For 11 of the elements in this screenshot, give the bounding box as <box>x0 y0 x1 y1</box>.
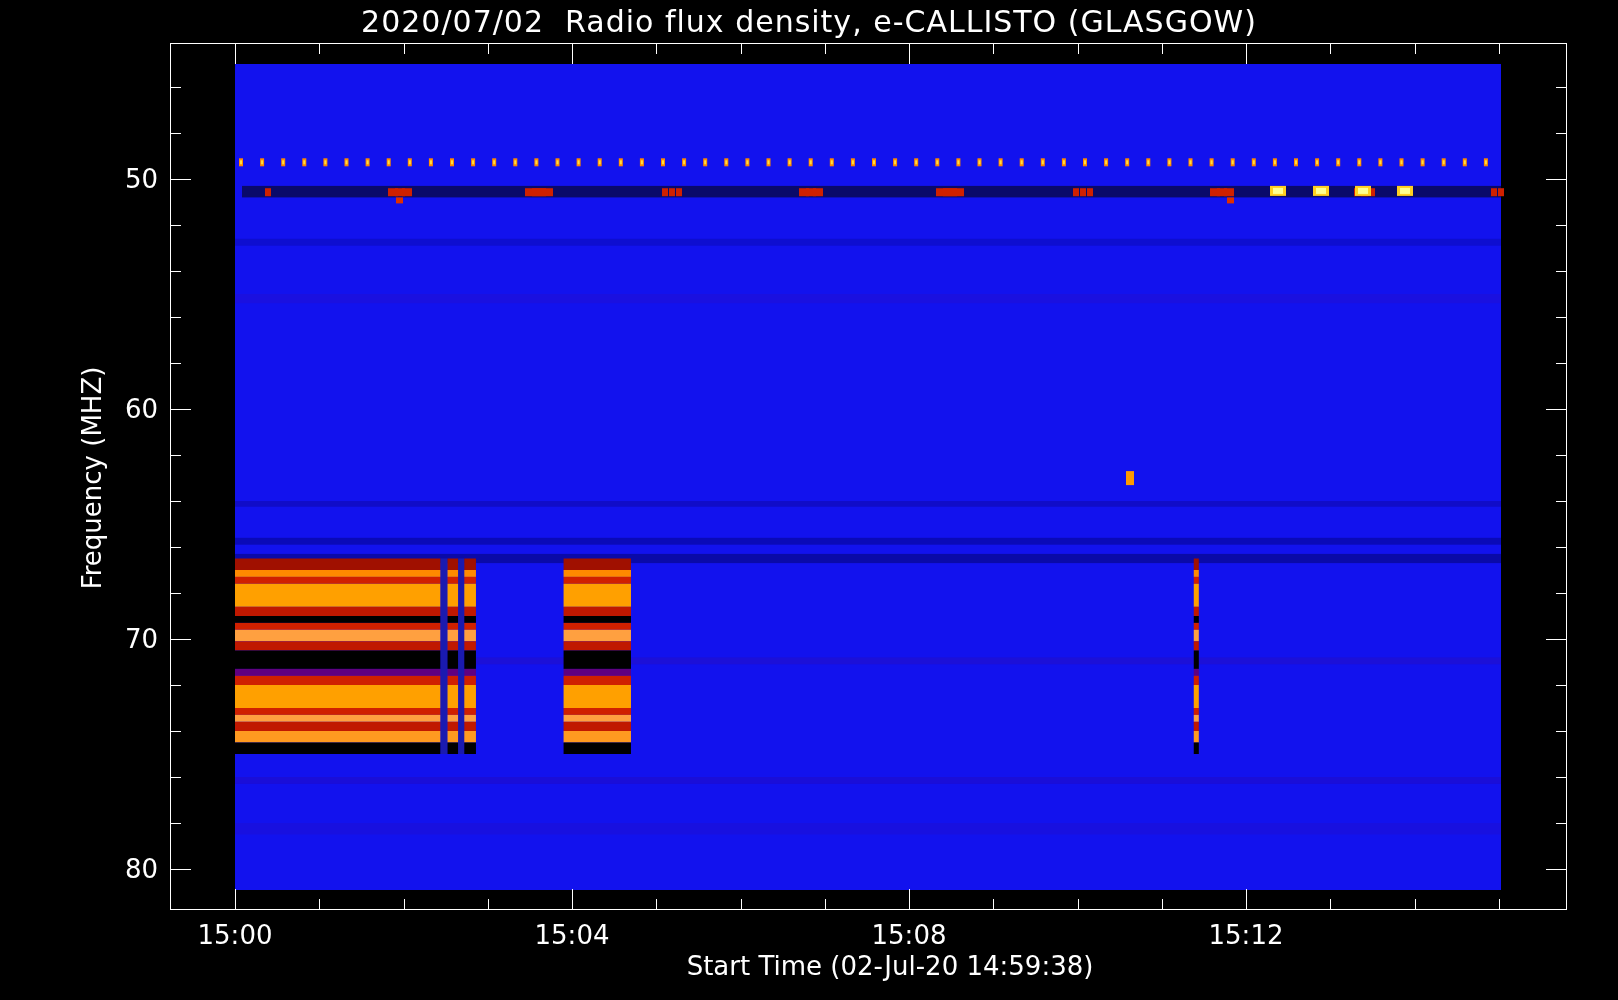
tick-label: 80 <box>124 854 158 884</box>
tick-label: 15:04 <box>534 920 610 950</box>
tick-label: 15:08 <box>871 920 947 950</box>
tick-label: 50 <box>124 164 158 194</box>
tick-label: 70 <box>124 624 158 654</box>
plot-title: 2020/07/02 Radio flux density, e-CALLISTO (GLASGOW) <box>361 4 1257 39</box>
tick-label: 15:00 <box>197 920 273 950</box>
axis-label: Start Time (02-Jul-20 14:59:38) <box>686 951 1094 981</box>
axis-label: Frequency (MHZ) <box>77 366 107 590</box>
tick-label: 15:12 <box>1208 920 1284 950</box>
tick-label: 60 <box>124 394 158 424</box>
